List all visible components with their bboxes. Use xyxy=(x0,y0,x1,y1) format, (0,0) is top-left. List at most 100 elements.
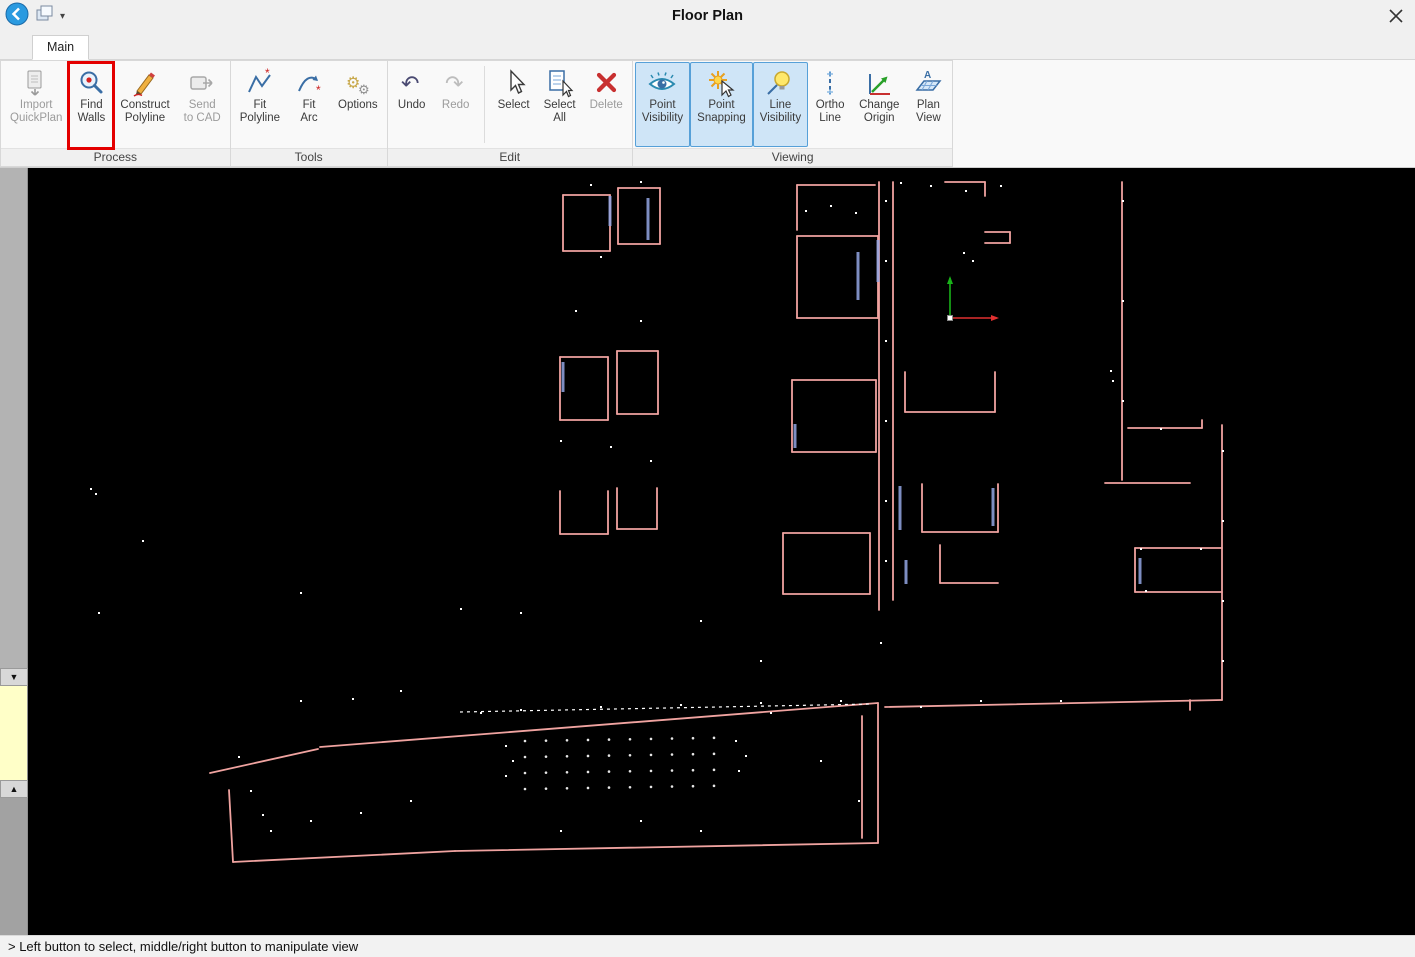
back-button[interactable] xyxy=(5,2,29,31)
button-label: Polyline xyxy=(240,112,280,125)
button-label: Point xyxy=(708,99,734,112)
status-bar: > Left button to select, middle/right bu… xyxy=(0,935,1415,957)
window-title: Floor Plan xyxy=(0,8,1415,24)
ortho-line-button[interactable]: Ortho Line xyxy=(808,62,852,147)
svg-text:↶: ↶ xyxy=(401,71,419,96)
point-visibility-button[interactable]: Point Visibility xyxy=(635,62,690,147)
send-to-cad-icon xyxy=(187,67,217,99)
eye-icon xyxy=(647,67,677,99)
point-snapping-button[interactable]: Point Snapping xyxy=(690,62,753,147)
left-strip-track-bottom xyxy=(0,798,28,935)
quick-access-toolbar: ▾ xyxy=(0,2,90,31)
send-to-cad-button[interactable]: Send to CAD xyxy=(177,62,228,147)
plan-view-button[interactable]: A Plan View xyxy=(906,62,950,147)
fit-polyline-button[interactable]: * Fit Polyline xyxy=(233,62,287,147)
button-label: Line xyxy=(819,112,841,125)
axes-arrow-icon xyxy=(864,67,894,99)
button-label: Find xyxy=(80,99,102,112)
button-label: Plan xyxy=(917,99,940,112)
button-label: Select xyxy=(498,99,530,112)
scroll-down-icon: ▼ xyxy=(10,672,19,682)
scroll-down-button[interactable]: ▼ xyxy=(0,668,28,686)
button-label: Redo xyxy=(442,99,470,112)
bulb-line-icon xyxy=(765,67,795,99)
line-visibility-button[interactable]: Line Visibility xyxy=(753,62,808,147)
button-label: Snapping xyxy=(697,112,746,125)
group-label-process: Process xyxy=(1,148,230,166)
button-label: Undo xyxy=(398,99,426,112)
tabstrip: Main xyxy=(0,32,1415,60)
button-label: All xyxy=(553,112,566,125)
group-label-viewing: Viewing xyxy=(633,148,953,166)
select-cursor-icon xyxy=(499,67,529,99)
svg-text:A: A xyxy=(924,70,931,81)
import-quickplan-icon xyxy=(21,67,51,99)
select-all-icon xyxy=(545,67,575,99)
button-label: Send xyxy=(189,99,216,112)
qat-dropdown-icon[interactable]: ▾ xyxy=(60,11,65,22)
paste-window-icon[interactable] xyxy=(35,5,54,27)
find-walls-button[interactable]: Find Walls xyxy=(69,62,113,147)
ribbon: Import QuickPlan Find Walls Construct Po… xyxy=(0,60,1415,168)
snap-star-cursor-icon xyxy=(706,67,736,99)
svg-text:⚙: ⚙ xyxy=(358,82,370,97)
ribbon-group-edit: ↶ Undo ↷ Redo Select xyxy=(388,60,633,167)
button-label: to CAD xyxy=(184,112,221,125)
button-label: Construct xyxy=(120,99,169,112)
fit-arc-icon: * xyxy=(294,67,324,99)
group-label-tools: Tools xyxy=(231,148,387,166)
select-button[interactable]: Select xyxy=(491,62,537,147)
scroll-up-button[interactable]: ▲ xyxy=(0,780,28,798)
button-label: Change xyxy=(859,99,899,112)
button-label: Fit xyxy=(253,99,266,112)
button-label: Visibility xyxy=(760,112,801,125)
button-label: Ortho xyxy=(816,99,845,112)
close-icon xyxy=(1388,8,1404,24)
button-label: Arc xyxy=(300,112,317,125)
fit-arc-button[interactable]: * Fit Arc xyxy=(287,62,331,147)
button-label: Delete xyxy=(590,99,623,112)
button-label: Point xyxy=(649,99,675,112)
button-label: QuickPlan xyxy=(10,112,62,125)
undo-icon: ↶ xyxy=(397,67,427,99)
fit-polyline-icon: * xyxy=(245,67,275,99)
button-label: Polyline xyxy=(125,112,165,125)
import-quickplan-button[interactable]: Import QuickPlan xyxy=(3,62,69,147)
button-label: Line xyxy=(770,99,792,112)
ribbon-group-viewing: Point Visibility Point Snapping Line Vis… xyxy=(633,60,954,167)
left-strip-track-top xyxy=(0,168,28,668)
button-label: Origin xyxy=(864,112,895,125)
group-label-edit: Edit xyxy=(388,148,632,166)
ortho-line-icon xyxy=(815,67,845,99)
svg-text:↷: ↷ xyxy=(445,71,463,96)
tab-main[interactable]: Main xyxy=(32,35,89,60)
construct-polyline-button[interactable]: Construct Polyline xyxy=(113,62,176,147)
button-label: Import xyxy=(20,99,53,112)
button-label: Fit xyxy=(303,99,316,112)
button-label: View xyxy=(916,112,941,125)
floorplan-svg xyxy=(28,168,1415,935)
redo-button[interactable]: ↷ Redo xyxy=(434,62,478,147)
button-label: Select xyxy=(544,99,576,112)
options-button[interactable]: ⚙⚙ Options xyxy=(331,62,385,147)
select-all-button[interactable]: Select All xyxy=(537,62,583,147)
construct-polyline-icon xyxy=(130,67,160,99)
change-origin-button[interactable]: Change Origin xyxy=(852,62,906,147)
options-gears-icon: ⚙⚙ xyxy=(343,67,373,99)
titlebar: ▾ Floor Plan xyxy=(0,0,1415,32)
svg-text:*: * xyxy=(316,83,321,97)
left-panel-strip: ▼ ▲ xyxy=(0,168,28,935)
ribbon-group-tools: * Fit Polyline * Fit Arc ⚙⚙ Options Tool… xyxy=(231,60,388,167)
button-label: Options xyxy=(338,99,378,112)
yellow-panel xyxy=(0,686,28,780)
ribbon-group-process: Import QuickPlan Find Walls Construct Po… xyxy=(0,60,231,167)
undo-button[interactable]: ↶ Undo xyxy=(390,62,434,147)
divider xyxy=(484,66,485,143)
button-label: Walls xyxy=(78,112,106,125)
floorplan-viewport[interactable] xyxy=(28,168,1415,935)
delete-button[interactable]: Delete xyxy=(583,62,630,147)
svg-text:*: * xyxy=(265,68,270,80)
plan-grid-icon: A xyxy=(913,67,943,99)
close-button[interactable] xyxy=(1387,7,1405,25)
button-label: Visibility xyxy=(642,112,683,125)
